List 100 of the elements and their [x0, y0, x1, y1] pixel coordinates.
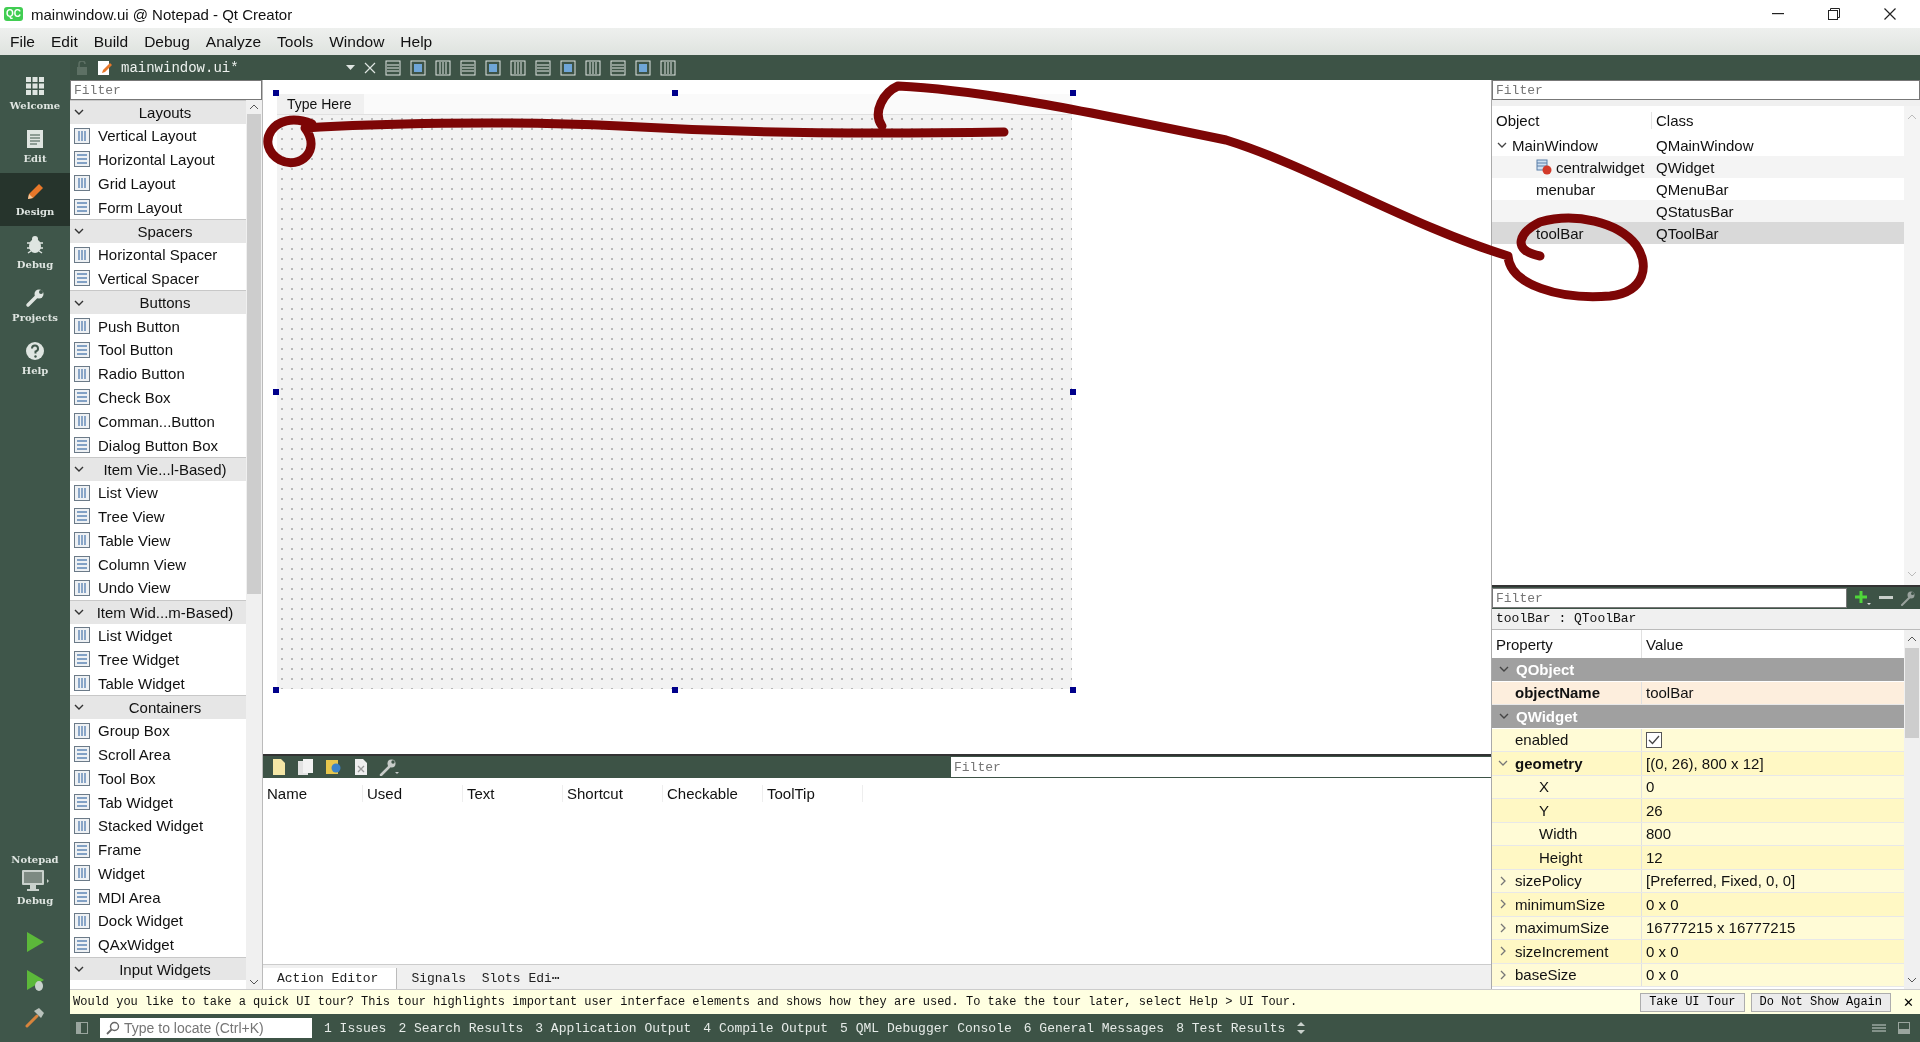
- menu-item[interactable]: Tools: [269, 32, 322, 51]
- menu-item[interactable]: Build: [85, 32, 137, 51]
- sidebar-toggle-icon[interactable]: [76, 1022, 88, 1034]
- chevron-icon[interactable]: [1498, 968, 1508, 981]
- delete-icon[interactable]: [353, 758, 369, 776]
- widget-item[interactable]: Grid Layout: [70, 171, 246, 196]
- resize-handle[interactable]: [273, 687, 279, 693]
- chevron-icon[interactable]: [1498, 945, 1508, 958]
- widget-item[interactable]: Push Button: [70, 314, 246, 338]
- wrench-icon[interactable]: [379, 758, 399, 776]
- widget-item[interactable]: Dialog Button Box: [70, 433, 246, 457]
- layout-tool-icon[interactable]: [410, 59, 426, 76]
- category-header[interactable]: Layouts: [70, 100, 246, 124]
- layout-tool-icon[interactable]: [585, 59, 601, 76]
- tour-button[interactable]: Do Not Show Again: [1750, 992, 1891, 1012]
- mode-tab[interactable]: Debug: [0, 226, 70, 279]
- mode-tab[interactable]: Edit: [0, 120, 70, 173]
- output-pane-button[interactable]: 6 General Messages: [1023, 1020, 1165, 1036]
- debug-run-icon[interactable]: [24, 968, 46, 992]
- tree-row[interactable]: menubar QMenuBar: [1492, 178, 1904, 200]
- run-icon[interactable]: [24, 930, 46, 954]
- column-header[interactable]: Object: [1492, 111, 1652, 129]
- widget-item[interactable]: Tool Button: [70, 337, 246, 362]
- layout-tool-icon[interactable]: [385, 59, 401, 76]
- mode-tab[interactable]: Design: [0, 173, 70, 226]
- output-toggle-icon[interactable]: [1898, 1022, 1910, 1034]
- layout-tool-icon[interactable]: [510, 59, 526, 76]
- up-down-arrow-icon[interactable]: [1297, 1022, 1306, 1034]
- scroll-up-icon[interactable]: [249, 104, 259, 110]
- close-button[interactable]: ✕: [1897, 994, 1920, 1010]
- scrollbar[interactable]: [1904, 630, 1920, 989]
- layout-tool-icon[interactable]: [635, 59, 651, 76]
- widget-item[interactable]: MDI Area: [70, 885, 246, 910]
- hammer-icon[interactable]: [24, 1006, 46, 1028]
- tree-row[interactable]: QStatusBar: [1492, 200, 1904, 222]
- widget-item[interactable]: Check Box: [70, 385, 246, 410]
- output-pane-button[interactable]: 5 QML Debugger Console: [840, 1020, 1012, 1036]
- column-header[interactable]: Class: [1652, 111, 1694, 129]
- document-selector[interactable]: mainwindow.ui*: [97, 59, 355, 76]
- editor-tab[interactable]: Signals Slots Edi⋯: [397, 967, 572, 989]
- column-header[interactable]: ToolTip: [763, 784, 863, 802]
- tree-row[interactable]: toolBar QToolBar: [1492, 222, 1904, 244]
- resize-handle[interactable]: [273, 90, 279, 96]
- widget-item[interactable]: Vertical Spacer: [70, 266, 246, 291]
- category-header[interactable]: Containers: [70, 694, 246, 719]
- resize-handle[interactable]: [1070, 687, 1076, 693]
- widget-item[interactable]: Tree Widget: [70, 647, 246, 672]
- tree-row[interactable]: centralwidget QWidget: [1492, 156, 1904, 178]
- layout-tool-icon[interactable]: [560, 59, 576, 76]
- column-header[interactable]: Used: [363, 784, 463, 802]
- restore-icon[interactable]: [1828, 8, 1840, 20]
- widget-item[interactable]: Comman...Button: [70, 409, 246, 434]
- menu-item[interactable]: File: [2, 32, 43, 51]
- resize-handle[interactable]: [273, 388, 279, 395]
- category-header[interactable]: Spacers: [70, 219, 246, 243]
- widget-item[interactable]: Table Widget: [70, 671, 246, 695]
- resize-handle[interactable]: [1070, 388, 1076, 395]
- widget-item[interactable]: Undo View: [70, 575, 246, 600]
- menu-item[interactable]: Edit: [43, 32, 86, 51]
- locator-field[interactable]: Type to locate (Ctrl+K): [100, 1018, 312, 1038]
- widget-item[interactable]: Column View: [70, 552, 246, 576]
- output-pane-button[interactable]: 8 Test Results: [1176, 1020, 1286, 1036]
- paste-icon[interactable]: [325, 758, 343, 776]
- layout-tool-icon[interactable]: [435, 59, 451, 76]
- menu-placeholder[interactable]: Type Here: [277, 94, 364, 114]
- filter-field[interactable]: Filter: [1492, 80, 1920, 100]
- menu-item[interactable]: Analyze: [197, 32, 269, 51]
- widget-item[interactable]: Form Layout: [70, 195, 246, 219]
- checkbox[interactable]: [1646, 731, 1662, 748]
- widget-item[interactable]: Table View: [70, 528, 246, 553]
- add-icon[interactable]: [1854, 590, 1872, 606]
- scroll-down-icon[interactable]: [249, 979, 259, 985]
- scrollbar[interactable]: [246, 100, 262, 989]
- layout-tool-icon[interactable]: [460, 59, 476, 76]
- output-pane-button[interactable]: 4 Compile Output: [703, 1020, 829, 1036]
- layout-tool-icon[interactable]: [485, 59, 501, 76]
- column-header[interactable]: Name: [263, 784, 363, 802]
- chevron-icon[interactable]: [1496, 140, 1508, 150]
- widget-item[interactable]: Horizontal Layout: [70, 147, 246, 172]
- widget-item[interactable]: Vertical Layout: [70, 123, 246, 148]
- documents-icon[interactable]: [297, 758, 315, 776]
- chevron-icon[interactable]: [1498, 874, 1508, 887]
- menu-item[interactable]: Help: [392, 32, 441, 51]
- form-window[interactable]: Type Here: [277, 94, 1072, 689]
- filter-field[interactable]: Filter: [1492, 588, 1847, 608]
- column-header[interactable]: Value: [1642, 635, 1684, 653]
- resize-handle[interactable]: [1070, 90, 1076, 96]
- category-header[interactable]: Item Wid...m-Based): [70, 599, 246, 624]
- scroll-thumb[interactable]: [1905, 648, 1919, 738]
- layout-tool-icon[interactable]: [660, 59, 676, 76]
- tree-row[interactable]: MainWindow QMainWindow: [1492, 134, 1904, 156]
- widget-item[interactable]: Tree View: [70, 504, 246, 529]
- resize-handle[interactable]: [671, 90, 678, 96]
- widget-item[interactable]: List View: [70, 480, 246, 505]
- widget-item[interactable]: Group Box: [70, 718, 246, 743]
- widget-item[interactable]: Scroll Area: [70, 742, 246, 767]
- remove-icon[interactable]: [1879, 596, 1893, 600]
- mode-tab[interactable]: Projects: [0, 279, 70, 332]
- filter-field[interactable]: Filter: [951, 757, 1491, 777]
- progress-toggle-icon[interactable]: [1872, 1023, 1886, 1033]
